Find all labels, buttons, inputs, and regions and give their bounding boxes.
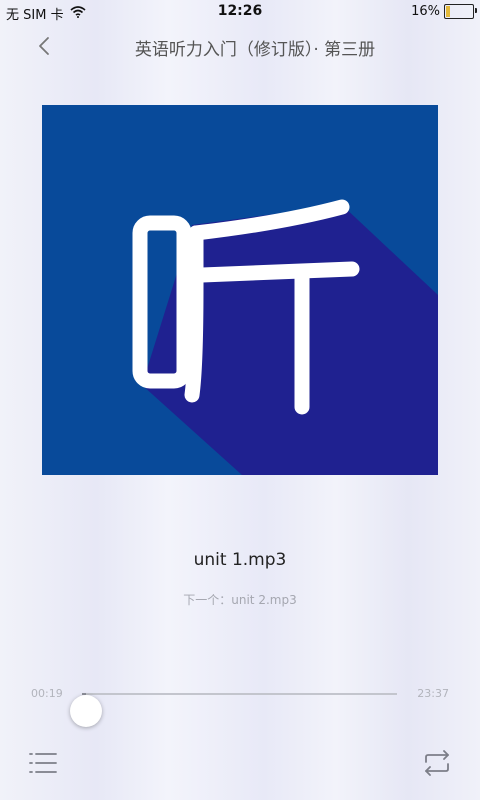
current-time: 00:19 bbox=[31, 687, 63, 700]
repeat-icon bbox=[425, 750, 449, 776]
chevron-left-icon bbox=[39, 37, 49, 55]
progress-track[interactable] bbox=[70, 693, 397, 727]
progress-bar: 00:19 23:37 bbox=[0, 676, 480, 727]
status-right: 16% bbox=[411, 4, 477, 19]
battery-cap bbox=[475, 8, 477, 13]
next-track-label: 下一个：unit 2.mp3 bbox=[183, 593, 297, 607]
album-art: 听 bbox=[42, 105, 438, 475]
status-time: 12:26 bbox=[217, 3, 263, 19]
progress-thumb[interactable] bbox=[70, 695, 103, 727]
nav-bar: 英语听力入门（修订版）· 第三册 bbox=[0, 28, 480, 64]
total-time: 23:37 bbox=[417, 687, 449, 700]
status-bar: 无 SIM 卡 12:26 16% bbox=[0, 0, 480, 24]
repeat-button[interactable] bbox=[422, 750, 452, 776]
playlist-icon bbox=[29, 753, 57, 773]
playlist-button[interactable] bbox=[28, 750, 58, 776]
back-button[interactable] bbox=[30, 32, 58, 60]
battery-fill bbox=[446, 6, 451, 17]
battery-text: 16% bbox=[411, 4, 440, 19]
battery-icon bbox=[444, 4, 477, 19]
album-art-graphic: 听 bbox=[42, 105, 438, 475]
track-title: unit 1.mp3 bbox=[193, 550, 287, 570]
page-title: 英语听力入门（修订版）· 第三册 bbox=[134, 40, 376, 60]
